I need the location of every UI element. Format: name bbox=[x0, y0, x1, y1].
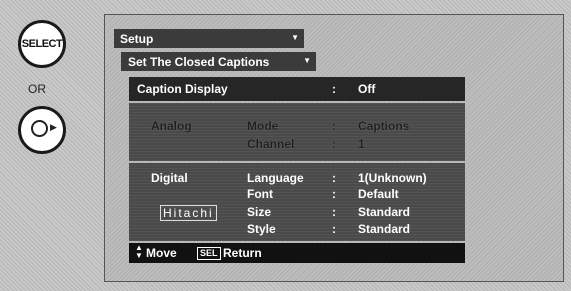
hitachi-logo: Hitachi bbox=[160, 205, 217, 221]
analog-section: Analog Mode : Captions Channel : 1 bbox=[129, 103, 465, 161]
caption-display-label: Caption Display bbox=[137, 82, 228, 96]
channel-label: Channel bbox=[247, 137, 295, 151]
channel-value: 1 bbox=[358, 137, 365, 151]
digital-section: Digital Hitachi Language : 1(Unknown) Fo… bbox=[129, 163, 465, 241]
select-button-label: SELECT bbox=[21, 38, 63, 50]
caption-display-row[interactable]: Caption Display : Off bbox=[129, 77, 465, 101]
size-value: Standard bbox=[358, 205, 411, 219]
font-label[interactable]: Font bbox=[247, 187, 273, 201]
digital-label: Digital bbox=[151, 171, 188, 185]
menu-title-bar[interactable]: Setup ▼ bbox=[114, 29, 304, 48]
caption-display-value: Off bbox=[358, 82, 376, 96]
size-sep: : bbox=[332, 205, 336, 219]
caption-settings-menu: Caption Display : Off Analog Mode : Capt… bbox=[129, 77, 465, 263]
select-button[interactable]: SELECT bbox=[18, 20, 66, 68]
submenu-bar[interactable]: Set The Closed Captions ▼ bbox=[121, 52, 316, 71]
return-label: Return bbox=[223, 246, 262, 260]
circle-icon bbox=[31, 120, 48, 137]
cursor-right-button[interactable]: ▶ bbox=[18, 106, 66, 154]
style-value: Standard bbox=[358, 222, 411, 236]
mode-value: Captions bbox=[358, 119, 410, 133]
style-sep: : bbox=[332, 222, 336, 236]
mode-sep: : bbox=[332, 119, 336, 133]
menu-title: Setup bbox=[120, 31, 154, 46]
move-label: Move bbox=[146, 246, 177, 260]
play-arrow-icon: ▶ bbox=[50, 122, 57, 132]
up-down-arrow-icon: ▲ ▼ bbox=[135, 243, 143, 260]
remote-instructions: SELECT OR ▶ bbox=[0, 0, 100, 291]
font-sep: : bbox=[332, 187, 336, 201]
style-label[interactable]: Style bbox=[247, 222, 276, 236]
mode-label: Mode bbox=[247, 119, 279, 133]
language-sep: : bbox=[332, 171, 336, 185]
language-label[interactable]: Language bbox=[247, 171, 304, 185]
sel-key-icon: SEL bbox=[197, 247, 221, 260]
size-label[interactable]: Size bbox=[247, 205, 271, 219]
channel-sep: : bbox=[332, 137, 336, 151]
tv-screen: Setup ▼ Set The Closed Captions ▼ Captio… bbox=[104, 14, 564, 282]
chevron-down-icon: ▼ bbox=[303, 56, 311, 65]
language-value: 1(Unknown) bbox=[358, 171, 427, 185]
submenu-title: Set The Closed Captions bbox=[128, 54, 270, 69]
font-value: Default bbox=[358, 187, 399, 201]
caption-display-sep: : bbox=[332, 82, 336, 96]
chevron-down-icon: ▼ bbox=[291, 33, 299, 42]
help-status-bar: ▲ ▼ Move SEL Return bbox=[129, 243, 465, 263]
or-label: OR bbox=[28, 82, 46, 96]
analog-label: Analog bbox=[151, 119, 192, 133]
